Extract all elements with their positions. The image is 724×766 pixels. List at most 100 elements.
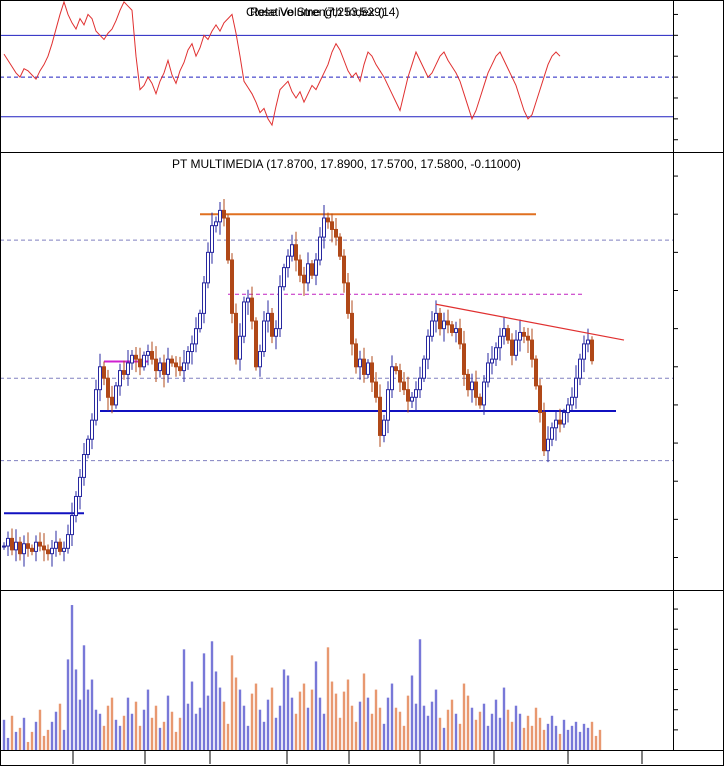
candle-body bbox=[546, 438, 550, 452]
volume-bar bbox=[526, 715, 530, 750]
volume-bar bbox=[182, 649, 186, 750]
volume-bar bbox=[494, 699, 498, 750]
candle-body bbox=[190, 343, 194, 353]
candle-body bbox=[470, 381, 474, 391]
volume-bar bbox=[122, 715, 126, 750]
candle-body bbox=[394, 366, 398, 372]
volume-bar bbox=[362, 673, 366, 750]
candle-body bbox=[62, 547, 66, 552]
candle-body bbox=[330, 221, 334, 230]
candle-body bbox=[586, 339, 590, 345]
stock-chart: Relative Strength Index (14) Close Volum… bbox=[0, 0, 724, 766]
candle-body bbox=[406, 389, 410, 402]
candle-body bbox=[70, 515, 74, 536]
volume-bar bbox=[566, 729, 570, 750]
candle-body bbox=[218, 209, 222, 223]
candle-body bbox=[30, 547, 34, 552]
volume-bar bbox=[90, 679, 94, 750]
candle-body bbox=[242, 301, 246, 337]
volume-bar bbox=[478, 711, 482, 750]
candle-body bbox=[82, 454, 86, 478]
volume-bar bbox=[306, 707, 310, 750]
candle-body bbox=[238, 335, 242, 360]
volume-bar bbox=[166, 695, 170, 750]
volume-bar bbox=[378, 707, 382, 750]
volume-bar bbox=[510, 721, 514, 750]
volume-bar bbox=[426, 715, 430, 750]
volume-bar bbox=[390, 683, 394, 750]
volume-bar bbox=[102, 725, 106, 750]
volume-bar bbox=[418, 639, 422, 750]
volume-bar bbox=[402, 725, 406, 750]
volume-bar bbox=[270, 687, 274, 750]
volume-bar bbox=[6, 737, 10, 750]
volume-bar bbox=[438, 717, 442, 750]
candle-body bbox=[534, 358, 538, 387]
volume-bar bbox=[554, 725, 558, 750]
volume-bar bbox=[106, 705, 110, 750]
candle-body bbox=[138, 358, 142, 368]
volume-bar bbox=[486, 725, 490, 750]
volume-bar bbox=[26, 741, 30, 750]
candle-body bbox=[358, 358, 362, 368]
candle-body bbox=[466, 373, 470, 391]
candle-body bbox=[498, 335, 502, 349]
volume-bar bbox=[546, 723, 550, 750]
volume-bar bbox=[34, 721, 38, 750]
candle-body bbox=[230, 259, 234, 314]
candle-body bbox=[178, 366, 182, 372]
candle-body bbox=[14, 541, 18, 551]
candle-body bbox=[182, 362, 186, 372]
volume-bar bbox=[350, 705, 354, 750]
candle-body bbox=[558, 419, 562, 425]
candle-body bbox=[302, 274, 306, 284]
volume-bar bbox=[274, 717, 278, 750]
volume-bar bbox=[54, 711, 58, 750]
candle-body bbox=[266, 312, 270, 322]
volume-bar bbox=[334, 693, 338, 750]
volume-bar bbox=[254, 683, 258, 750]
volume-bar bbox=[298, 691, 302, 750]
candle-body bbox=[410, 396, 414, 402]
volume-bar bbox=[550, 715, 554, 750]
candle-body bbox=[26, 543, 30, 549]
candle-body bbox=[54, 541, 58, 549]
candle-body bbox=[50, 547, 54, 555]
volume-bar bbox=[174, 731, 178, 750]
candle-body bbox=[142, 354, 146, 368]
volume-bar bbox=[570, 725, 574, 750]
volume-bar bbox=[466, 695, 470, 750]
volume-bar bbox=[534, 707, 538, 750]
volume-bar bbox=[370, 713, 374, 750]
volume-bar bbox=[386, 697, 390, 750]
candle-body bbox=[294, 244, 298, 261]
volume-bar bbox=[126, 697, 130, 750]
volume-bar bbox=[62, 729, 66, 750]
candle-body bbox=[118, 370, 122, 387]
volume-bar bbox=[282, 669, 286, 750]
volume-bar bbox=[190, 681, 194, 750]
indicator-line bbox=[3, 0, 561, 127]
volume-bar bbox=[562, 719, 566, 750]
volume-bar bbox=[406, 695, 410, 750]
candle-body bbox=[126, 362, 130, 375]
volume-bar bbox=[342, 691, 346, 750]
candle-body bbox=[198, 312, 202, 330]
candle-body bbox=[158, 362, 162, 372]
candle-body bbox=[10, 537, 14, 551]
candle-body bbox=[582, 343, 586, 360]
candle-body bbox=[382, 419, 386, 436]
candle-body bbox=[98, 366, 102, 391]
candle-body bbox=[258, 351, 262, 368]
volume-bar bbox=[458, 723, 462, 750]
candle-body bbox=[166, 358, 170, 375]
volume-bar bbox=[78, 699, 82, 750]
volume-bar bbox=[518, 713, 522, 750]
volume-bar bbox=[86, 689, 90, 750]
candle-body bbox=[494, 347, 498, 360]
candle-body bbox=[590, 339, 594, 362]
volume-bar bbox=[354, 721, 358, 750]
candle-body bbox=[422, 358, 426, 379]
volume-bar bbox=[586, 727, 590, 750]
volume-bar bbox=[242, 705, 246, 750]
